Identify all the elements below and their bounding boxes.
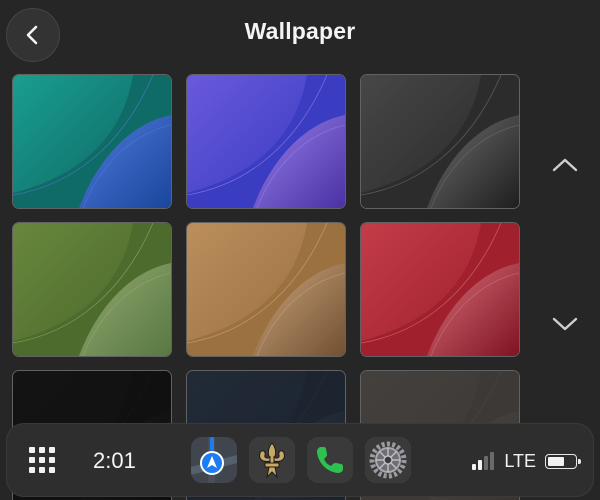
signal-bar: [490, 452, 495, 470]
wallpaper-option-graphite[interactable]: [360, 74, 520, 209]
navigation-arrow-icon: [191, 437, 237, 483]
wallpaper-preview: [13, 223, 171, 356]
app-grid-icon[interactable]: [29, 447, 57, 475]
wallpaper-option-bronze[interactable]: [186, 222, 346, 357]
wallpaper-preview: [361, 223, 519, 356]
network-type: LTE: [504, 450, 536, 471]
signal-bar: [472, 464, 477, 470]
wallpaper-preview: [187, 223, 345, 356]
clock-time: 2:01: [93, 448, 136, 473]
battery-icon: [545, 453, 581, 469]
wallpaper-preview: [13, 75, 171, 208]
wallpaper-option-indigo-purple[interactable]: [186, 74, 346, 209]
settings-app-button[interactable]: [365, 437, 411, 483]
wallpaper-option-teal-blue[interactable]: [12, 74, 172, 209]
page-title: Wallpaper: [244, 18, 356, 44]
wallpaper-preview: [361, 75, 519, 208]
fleur-de-lis-icon: [249, 437, 295, 483]
wallpaper-option-crimson[interactable]: [360, 222, 520, 357]
saints-app-button[interactable]: [249, 437, 295, 483]
signal-bar: [478, 460, 483, 470]
phone-icon: [307, 437, 353, 483]
wallpaper-preview: [187, 75, 345, 208]
dock: 2:01 LTE: [6, 423, 594, 497]
battery-level: [548, 456, 564, 466]
battery-nub: [578, 458, 581, 464]
maps-app-button[interactable]: [191, 437, 237, 483]
gear-icon: [365, 437, 411, 483]
signal-strength-icon: [472, 452, 498, 470]
header: Wallpaper: [0, 0, 600, 70]
signal-bar: [484, 456, 489, 470]
wallpaper-option-olive-green[interactable]: [12, 222, 172, 357]
phone-app-button[interactable]: [307, 437, 353, 483]
scroll-up-button[interactable]: [548, 148, 582, 182]
status-bar: LTE: [472, 449, 581, 473]
scroll-down-button[interactable]: [548, 307, 582, 341]
chevron-down-icon: [552, 317, 578, 331]
chevron-up-icon: [552, 158, 578, 172]
